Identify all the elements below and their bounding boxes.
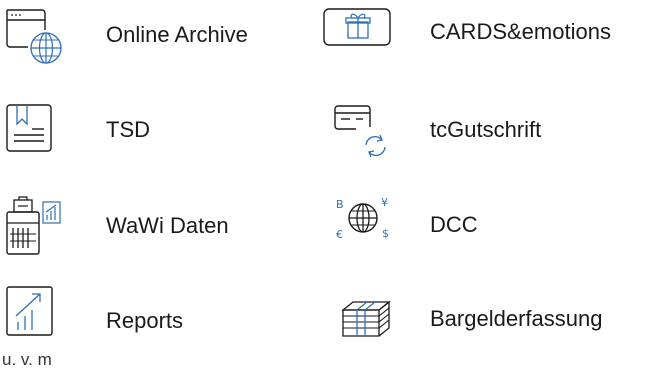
footnote-more: u. v. m xyxy=(2,350,52,369)
feature-label-wawi-daten: WaWi Daten xyxy=(106,213,229,238)
document-bookmark-icon xyxy=(6,104,54,154)
gift-card-icon xyxy=(323,8,393,48)
report-chart-icon xyxy=(6,286,56,338)
online-archive-globe-icon xyxy=(6,8,64,64)
feature-label-reports: Reports xyxy=(106,308,184,333)
feature-label-tcgutschrift: tcGutschrift xyxy=(430,117,542,142)
svg-text:$: $ xyxy=(382,227,389,240)
feature-label-cards-emotions: CARDS&emotions xyxy=(430,19,611,44)
feature-label-bargelderfassung: Bargelderfassung xyxy=(430,306,603,331)
svg-text:€: € xyxy=(336,228,343,241)
feature-label-online-archive: Online Archive xyxy=(106,22,248,47)
svg-text:¥: ¥ xyxy=(381,196,388,209)
card-refresh-icon xyxy=(334,105,394,161)
calculator-chart-icon xyxy=(6,196,72,256)
svg-text:B: B xyxy=(336,198,344,211)
feature-label-dcc: DCC xyxy=(430,212,478,237)
feature-label-tsd: TSD xyxy=(106,117,150,142)
cash-stack-icon xyxy=(339,300,395,340)
currency-globe-icon: B ¥ € $ xyxy=(333,194,393,246)
